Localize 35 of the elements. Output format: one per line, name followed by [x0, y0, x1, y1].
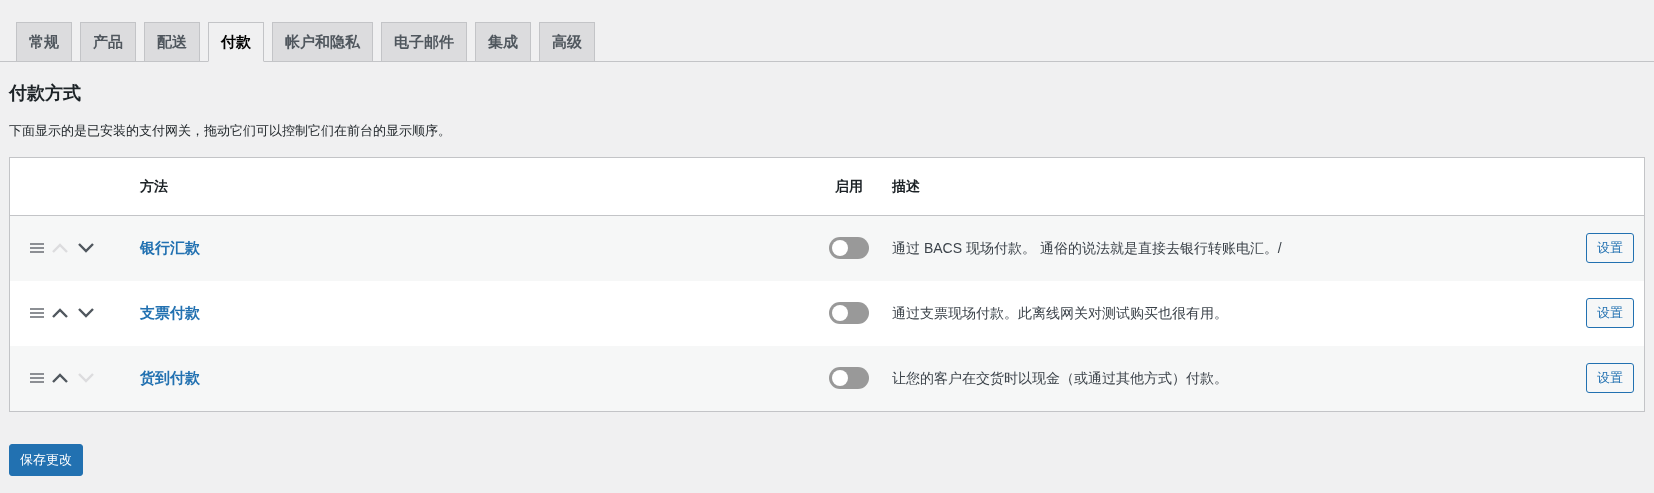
tab[interactable]: 常规	[16, 22, 72, 62]
section-description: 下面显示的是已安装的支付网关，拖动它们可以控制它们在前台的显示顺序。	[9, 122, 452, 140]
chevron-down-icon	[77, 372, 95, 384]
chevron-up-icon	[51, 307, 69, 319]
settings-button[interactable]: 设置	[1586, 363, 1634, 393]
tab[interactable]: 配送	[144, 22, 200, 62]
tab[interactable]: 高级	[539, 22, 595, 62]
column-header: 启用	[834, 176, 864, 196]
section-heading: 付款方式	[9, 82, 82, 105]
method-description: 通过 BACS 现场付款。 通俗的说法就是直接去银行转账电汇。/	[892, 238, 1283, 258]
column-header: 方法	[140, 176, 169, 196]
chevron-up-icon	[51, 242, 69, 254]
chevron-down-icon	[77, 242, 95, 254]
drag-handle-icon[interactable]	[30, 373, 44, 383]
enable-toggle[interactable]	[829, 367, 869, 389]
settings-button[interactable]: 设置	[1586, 298, 1634, 328]
chevron-down-icon	[77, 307, 95, 319]
method-description: 让您的客户在交货时以现金（或通过其他方式）付款。	[892, 368, 1229, 388]
tab[interactable]: 电子邮件	[381, 22, 467, 62]
enable-toggle[interactable]	[829, 302, 869, 324]
method-link[interactable]: 货到付款	[140, 369, 200, 386]
settings-button[interactable]: 设置	[1586, 233, 1634, 263]
tab[interactable]: 产品	[80, 22, 136, 62]
method-link[interactable]: 支票付款	[140, 304, 200, 321]
tab[interactable]: 集成	[475, 22, 531, 62]
drag-handle-icon[interactable]	[30, 308, 44, 318]
tab[interactable]: 付款	[208, 22, 264, 62]
drag-handle-icon[interactable]	[30, 243, 44, 253]
save-button[interactable]: 保存更改	[9, 443, 83, 476]
column-header: 描述	[892, 176, 920, 196]
chevron-up-icon	[51, 372, 69, 384]
enable-toggle[interactable]	[829, 237, 869, 259]
method-description: 通过支票现场付款。此离线网关对测试购买也很有用。	[892, 303, 1229, 323]
tab[interactable]: 帐户和隐私	[272, 22, 373, 62]
method-link[interactable]: 银行汇款	[140, 239, 200, 256]
